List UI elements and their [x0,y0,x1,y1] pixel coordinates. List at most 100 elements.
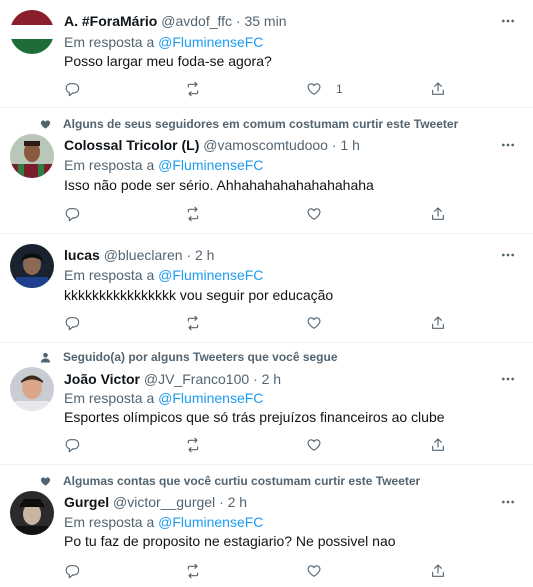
retweet-icon [187,81,199,97]
reply-to-link[interactable]: @FluminenseFC [158,34,263,50]
like-button[interactable] [306,435,336,455]
tweet-text: Isso não pode ser sério. Ahhahahahahahah… [64,177,374,193]
timestamp[interactable]: · 2 h [186,247,214,263]
reply-prefix: Em resposta a [64,157,155,173]
display-name[interactable]: Gurgel [64,494,109,510]
share-button[interactable] [430,79,446,99]
social-context-text: Alguns de seus seguidores em comum costu… [63,117,459,131]
display-name[interactable]: A. #ForaMário [64,13,157,29]
tweet-text: kkkkkkkkkkkkkkkk vou seguir por educação [64,287,334,303]
share-icon [432,207,444,220]
more-button[interactable] [499,136,517,154]
social-context-text: Algumas contas que você curtiu costumam … [63,474,421,488]
reply-to-link[interactable]: @FluminenseFC [158,157,263,173]
reply-to-link[interactable]: @FluminenseFC [158,390,263,406]
tweet-actions [64,204,454,224]
heart-icon [40,119,51,129]
retweet-button[interactable] [185,435,201,455]
timestamp[interactable]: · 2 h [219,494,247,510]
more-button[interactable] [499,246,517,264]
reply-button[interactable] [64,313,80,333]
reply-icon [65,439,80,453]
user-handle[interactable]: @victor__gurgel [113,494,215,510]
like-button[interactable] [306,204,336,224]
reply-context: Em resposta a @FluminenseFC [64,266,263,284]
tweet-text: Po tu faz de proposito ne estagiario? Ne… [64,533,396,549]
avatar[interactable] [10,491,54,535]
reply-button[interactable] [64,435,80,455]
share-icon [432,438,444,451]
reply-prefix: Em resposta a [64,267,155,283]
timestamp[interactable]: · 2 h [253,371,281,387]
tweet-actions [64,561,454,581]
avatar[interactable] [10,10,54,54]
avatar[interactable] [10,134,54,178]
reply-prefix: Em resposta a [64,514,155,530]
user-handle[interactable]: @avdof_ffc [161,13,232,29]
share-button[interactable] [430,313,446,333]
tweet[interactable]: Alguns de seus seguidores em comum costu… [0,108,533,234]
person-icon [40,352,51,363]
user-handle[interactable]: @JV_Franco100 [144,371,249,387]
avatar[interactable] [10,244,54,288]
share-button[interactable] [430,204,446,224]
reply-prefix: Em resposta a [64,390,155,406]
like-button[interactable] [306,313,336,333]
retweet-icon [187,437,199,453]
like-icon [307,208,321,220]
reply-icon [65,565,80,579]
tweet[interactable]: Algumas contas que você curtiu costumam … [0,465,533,587]
share-button[interactable] [430,435,446,455]
retweet-button[interactable] [185,561,201,581]
share-icon [432,564,444,577]
share-button[interactable] [430,561,446,581]
social-context: Seguido(a) por alguns Tweeters que você … [40,349,338,365]
timestamp[interactable]: · 35 min [236,13,287,29]
like-button[interactable] [306,561,336,581]
user-handle[interactable]: @vamoscomtudooo [203,137,328,153]
display-name[interactable]: João Victor [64,371,140,387]
more-button[interactable] [499,370,517,388]
more-dots-icon [502,143,514,147]
like-icon [307,439,321,451]
tweet[interactable]: Seguido(a) por alguns Tweeters que você … [0,343,533,465]
more-dots-icon [502,253,514,257]
reply-context: Em resposta a @FluminenseFC [64,513,263,531]
reply-icon [65,317,80,331]
more-dots-icon [502,19,514,23]
reply-button[interactable] [64,79,80,99]
reply-prefix: Em resposta a [64,34,155,50]
tweet[interactable]: lucas @blueclaren · 2 h Em resposta a @F… [0,234,533,343]
reply-context: Em resposta a @FluminenseFC [64,156,263,174]
tweet-actions [64,313,454,333]
like-button[interactable]: 1 [306,79,343,99]
reply-button[interactable] [64,561,80,581]
social-context: Algumas contas que você curtiu costumam … [40,473,420,489]
retweet-icon [187,206,199,222]
retweet-button[interactable] [185,313,201,333]
tweet[interactable]: A. #ForaMário @avdof_ffc · 35 min Em res… [0,0,533,108]
display-name[interactable]: lucas [64,247,100,263]
social-context-text: Seguido(a) por alguns Tweeters que você … [63,350,338,364]
tweet-text: Esportes olímpicos que só trás prejuízos… [64,409,445,425]
more-dots-icon [502,500,514,504]
more-button[interactable] [499,12,517,30]
tweet-text: Posso largar meu foda-se agora? [64,53,272,69]
retweet-button[interactable] [185,79,201,99]
like-icon [307,83,321,95]
like-icon [307,565,321,577]
like-count: 1 [336,82,343,96]
retweet-button[interactable] [185,204,201,224]
social-context: Alguns de seus seguidores em comum costu… [40,116,458,132]
reply-button[interactable] [64,204,80,224]
avatar[interactable] [10,367,54,411]
more-button[interactable] [499,493,517,511]
share-icon [432,82,444,95]
user-handle[interactable]: @blueclaren [104,247,183,263]
retweet-icon [187,563,199,579]
timestamp[interactable]: · 1 h [332,137,360,153]
more-dots-icon [502,377,514,381]
reply-to-link[interactable]: @FluminenseFC [158,514,263,530]
reply-to-link[interactable]: @FluminenseFC [158,267,263,283]
display-name[interactable]: Colossal Tricolor (L) [64,137,199,153]
